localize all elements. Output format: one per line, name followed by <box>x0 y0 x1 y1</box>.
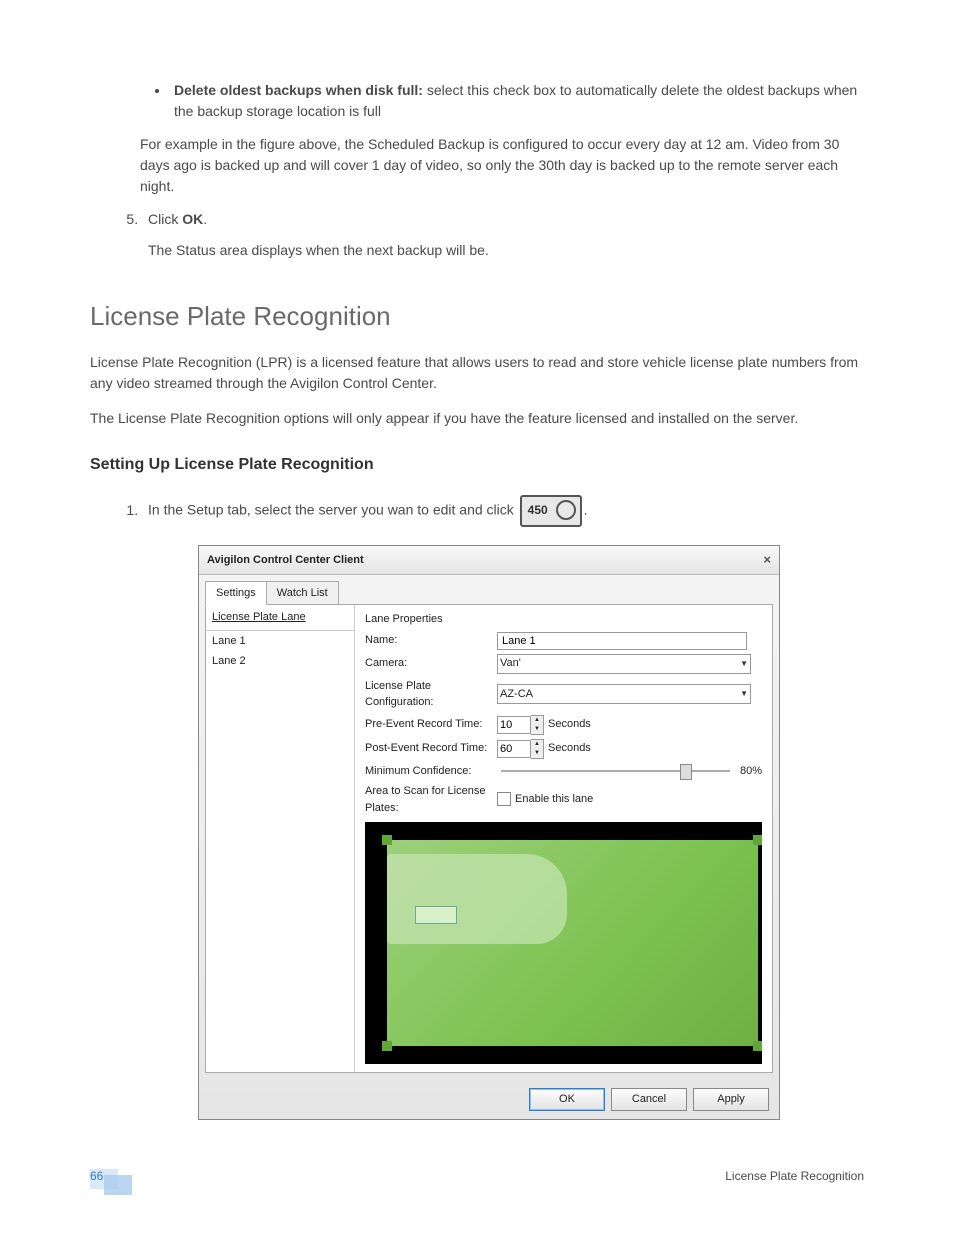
apply-button[interactable]: Apply <box>693 1088 769 1111</box>
post-event-value[interactable] <box>497 740 531 758</box>
label-post-event: Post-Event Record Time: <box>365 740 497 757</box>
tab-body: License Plate Lane Lane 1 Lane 2 Lane Pr… <box>205 604 773 1073</box>
subsection-heading: Setting Up License Plate Recognition <box>90 453 864 477</box>
example-paragraph: For example in the figure above, the Sch… <box>140 134 864 197</box>
chevron-down-icon: ▼ <box>740 688 748 700</box>
confidence-slider[interactable] <box>501 770 730 772</box>
step-list-5: Click OK. The Status area displays when … <box>90 209 864 261</box>
document-page: Delete oldest backups when disk full: se… <box>0 0 954 1235</box>
lpr-icon: 450 <box>520 495 582 527</box>
lpr-paragraph-2: The License Plate Recognition options wi… <box>90 408 864 429</box>
spinner-buttons[interactable]: ▲▼ <box>531 715 544 735</box>
lane-item-1[interactable]: Lane 1 <box>206 631 354 652</box>
page-footer: 66 License Plate Recognition <box>90 1167 864 1185</box>
step5-bold: OK <box>182 211 203 227</box>
config-select[interactable]: AZ-CA ▼ <box>497 684 751 704</box>
window-title: Avigilon Control Center Client <box>207 552 364 569</box>
close-icon[interactable]: × <box>763 550 771 570</box>
resize-handle[interactable] <box>753 835 762 845</box>
section-heading-lpr: License Plate Recognition <box>90 297 864 336</box>
step-5: Click OK. The Status area displays when … <box>142 209 864 261</box>
lpr-icon-circle <box>556 500 576 520</box>
step1-text-b: . <box>584 502 588 518</box>
step5-suffix: . <box>203 211 207 227</box>
lane-item-2[interactable]: Lane 2 <box>206 651 354 672</box>
row-name: Name: <box>365 632 762 650</box>
lane-properties-pane: Lane Properties Name: Camera: Van' ▼ <box>355 605 772 1072</box>
confidence-value: 80% <box>740 763 762 780</box>
post-event-spinner[interactable]: ▲▼ Seconds <box>497 739 591 759</box>
label-config: License Plate Configuration: <box>365 678 497 711</box>
pre-event-value[interactable] <box>497 716 531 734</box>
page-number: 66 <box>90 1167 103 1185</box>
resize-handle[interactable] <box>382 1041 392 1051</box>
label-confidence: Minimum Confidence: <box>365 763 497 780</box>
lpr-icon-number: 450 <box>528 501 548 519</box>
spinner-buttons[interactable]: ▲▼ <box>531 739 544 759</box>
name-input[interactable] <box>497 632 747 650</box>
cancel-button[interactable]: Cancel <box>611 1088 687 1111</box>
camera-select-value: Van' <box>500 655 521 672</box>
bullet-list: Delete oldest backups when disk full: se… <box>90 80 864 122</box>
row-post-event: Post-Event Record Time: ▲▼ Seconds <box>365 739 762 759</box>
bullet-item: Delete oldest backups when disk full: se… <box>170 80 864 122</box>
vehicle-shape <box>387 854 567 944</box>
enable-lane-checkbox[interactable] <box>497 792 511 806</box>
footer-section: License Plate Recognition <box>725 1167 864 1185</box>
row-camera: Camera: Van' ▼ <box>365 654 762 674</box>
lane-properties-header: Lane Properties <box>365 611 762 628</box>
dialog-window: Avigilon Control Center Client × Setting… <box>198 545 780 1120</box>
row-area: Area to Scan for License Plates: Enable … <box>365 783 762 816</box>
window-titlebar: Avigilon Control Center Client × <box>199 546 779 575</box>
label-camera: Camera: <box>365 655 497 672</box>
scan-area-overlay[interactable] <box>387 840 758 1046</box>
enable-lane-label: Enable this lane <box>515 793 593 805</box>
step-list-1: In the Setup tab, select the server you … <box>90 495 864 1120</box>
dialog-button-row: OK Cancel Apply <box>199 1080 779 1119</box>
video-preview[interactable] <box>365 822 762 1064</box>
tab-settings[interactable]: Settings <box>205 581 267 606</box>
resize-handle[interactable] <box>382 835 392 845</box>
row-pre-event: Pre-Event Record Time: ▲▼ Seconds <box>365 715 762 735</box>
ok-button[interactable]: OK <box>529 1088 605 1111</box>
slider-thumb[interactable] <box>680 764 692 780</box>
chevron-down-icon: ▼ <box>740 658 748 670</box>
row-config: License Plate Configuration: AZ-CA ▼ <box>365 678 762 711</box>
lane-column-header: License Plate Lane <box>206 605 354 631</box>
label-area: Area to Scan for License Plates: <box>365 783 497 816</box>
config-select-value: AZ-CA <box>500 686 533 703</box>
step-1: In the Setup tab, select the server you … <box>142 495 864 1120</box>
step5-prefix: Click <box>148 211 182 227</box>
lane-list-pane: License Plate Lane Lane 1 Lane 2 <box>206 605 355 1072</box>
pre-event-unit: Seconds <box>548 716 591 733</box>
post-event-unit: Seconds <box>548 740 591 757</box>
label-name: Name: <box>365 632 497 649</box>
step5-result: The Status area displays when the next b… <box>148 240 864 261</box>
row-confidence: Minimum Confidence: 80% <box>365 763 762 780</box>
pre-event-spinner[interactable]: ▲▼ Seconds <box>497 715 591 735</box>
plate-shape <box>415 906 457 924</box>
tab-watch-list[interactable]: Watch List <box>266 581 339 606</box>
label-pre-event: Pre-Event Record Time: <box>365 716 497 733</box>
camera-select[interactable]: Van' ▼ <box>497 654 751 674</box>
resize-handle[interactable] <box>753 1041 762 1051</box>
lpr-paragraph-1: License Plate Recognition (LPR) is a lic… <box>90 352 864 394</box>
step1-text-a: In the Setup tab, select the server you … <box>148 502 518 518</box>
bullet-bold: Delete oldest backups when disk full: <box>174 82 423 98</box>
tab-strip: Settings Watch List <box>199 575 779 606</box>
